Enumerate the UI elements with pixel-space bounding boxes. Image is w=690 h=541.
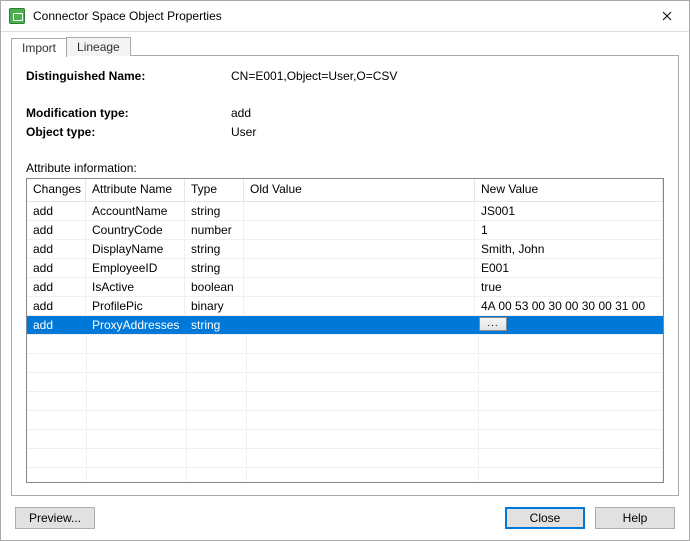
cell-changes: add <box>27 240 86 258</box>
mod-type-label: Modification type: <box>26 105 231 122</box>
cell-new-value: ... <box>475 316 663 334</box>
tabstrip: Import Lineage <box>11 36 679 56</box>
cell-new-value: E001 <box>475 259 663 277</box>
empty-row <box>27 354 663 373</box>
col-new-value[interactable]: New Value <box>475 179 663 201</box>
col-attribute-name[interactable]: Attribute Name <box>86 179 185 201</box>
cell-old-value <box>244 240 475 258</box>
cell-old-value <box>244 221 475 239</box>
empty-row <box>27 373 663 392</box>
empty-row <box>27 392 663 411</box>
cell-old-value <box>244 297 475 315</box>
cell-new-value: 1 <box>475 221 663 239</box>
titlebar: Connector Space Object Properties <box>1 1 689 32</box>
cell-attribute-name: CountryCode <box>86 221 185 239</box>
cell-type: binary <box>185 297 244 315</box>
cell-old-value <box>244 316 475 334</box>
tab-lineage[interactable]: Lineage <box>66 37 131 56</box>
empty-row <box>27 468 663 482</box>
cell-changes: add <box>27 316 86 334</box>
cell-type: string <box>185 259 244 277</box>
cell-attribute-name: ProfilePic <box>86 297 185 315</box>
cell-attribute-name: ProxyAddresses <box>86 316 185 334</box>
cell-attribute-name: DisplayName <box>86 240 185 258</box>
cell-new-value: JS001 <box>475 202 663 220</box>
mod-type-value: add <box>231 105 664 122</box>
cell-attribute-name: EmployeeID <box>86 259 185 277</box>
dn-value: CN=E001,Object=User,O=CSV <box>231 68 664 85</box>
dn-label: Distinguished Name: <box>26 68 231 85</box>
cell-old-value <box>244 278 475 296</box>
empty-row <box>27 411 663 430</box>
table-row[interactable]: addEmployeeIDstring E001 <box>27 259 663 278</box>
table-row[interactable]: addCountryCodenumber 1 <box>27 221 663 240</box>
cell-new-value: true <box>475 278 663 296</box>
app-icon <box>9 8 25 24</box>
table-row[interactable]: addProxyAddressesstring... <box>27 316 663 335</box>
preview-button[interactable]: Preview... <box>15 507 95 529</box>
attribute-info-label: Attribute information: <box>26 161 664 175</box>
cell-old-value <box>244 259 475 277</box>
cell-attribute-name: AccountName <box>86 202 185 220</box>
cell-old-value <box>244 202 475 220</box>
obj-type-label: Object type: <box>26 124 231 141</box>
table-row[interactable]: addIsActiveboolean true <box>27 278 663 297</box>
table-row[interactable]: addDisplayNamestring Smith, John <box>27 240 663 259</box>
cell-type: string <box>185 202 244 220</box>
button-bar: Preview... Close Help <box>1 496 689 540</box>
window-close-button[interactable] <box>644 1 689 31</box>
help-button[interactable]: Help <box>595 507 675 529</box>
col-changes[interactable]: Changes <box>27 179 86 201</box>
close-button[interactable]: Close <box>505 507 585 529</box>
attribute-grid[interactable]: Changes Attribute Name Type Old Value Ne… <box>26 178 664 483</box>
col-old-value[interactable]: Old Value <box>244 179 475 201</box>
cell-changes: add <box>27 202 86 220</box>
obj-type-value: User <box>231 124 664 141</box>
cell-new-value: 4A 00 53 00 30 00 30 00 31 00 <box>475 297 663 315</box>
window-title: Connector Space Object Properties <box>33 9 644 23</box>
window-frame: Connector Space Object Properties Import… <box>0 0 690 541</box>
value-detail-button[interactable]: ... <box>479 317 507 331</box>
grid-body: addAccountNamestringJS001addCountryCoden… <box>27 202 663 482</box>
cell-type: string <box>185 316 244 334</box>
cell-changes: add <box>27 259 86 277</box>
cell-new-value: Smith, John <box>475 240 663 258</box>
col-type[interactable]: Type <box>185 179 244 201</box>
cell-type: number <box>185 221 244 239</box>
empty-row <box>27 335 663 354</box>
empty-row <box>27 449 663 468</box>
cell-attribute-name: IsActive <box>86 278 185 296</box>
empty-row <box>27 430 663 449</box>
table-row[interactable]: addProfilePicbinary 4A 00 53 00 30 00 30 … <box>27 297 663 316</box>
close-icon <box>662 11 672 21</box>
table-row[interactable]: addAccountNamestring JS001 <box>27 202 663 221</box>
tab-import[interactable]: Import <box>11 38 67 57</box>
cell-type: string <box>185 240 244 258</box>
cell-changes: add <box>27 221 86 239</box>
window-body: Import Lineage Distinguished Name: CN=E0… <box>1 32 689 496</box>
grid-header: Changes Attribute Name Type Old Value Ne… <box>27 179 663 202</box>
cell-changes: add <box>27 297 86 315</box>
tab-panel-import: Distinguished Name: CN=E001,Object=User,… <box>11 55 679 496</box>
cell-type: boolean <box>185 278 244 296</box>
cell-changes: add <box>27 278 86 296</box>
